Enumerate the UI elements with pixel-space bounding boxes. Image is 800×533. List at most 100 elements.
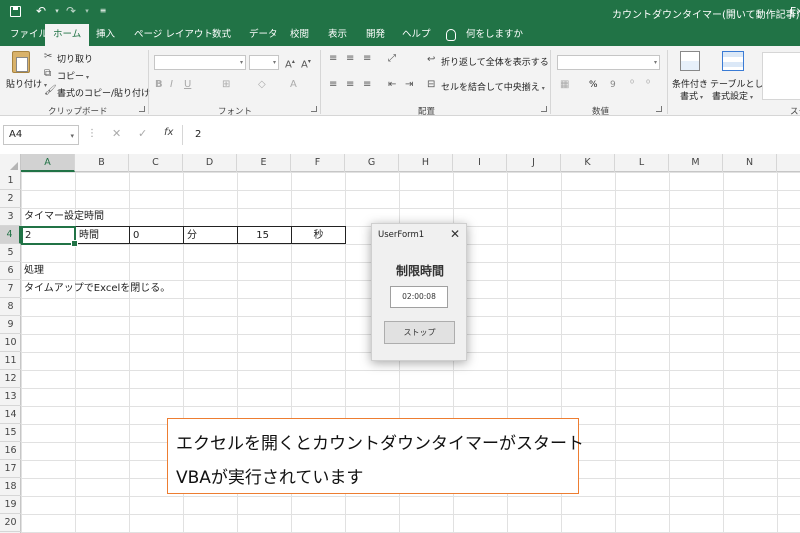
close-icon[interactable]: ✕ [450,227,460,241]
font-color-icon[interactable]: A [290,79,297,91]
cell-b4[interactable]: 時間 [75,226,130,244]
row-header[interactable]: 13 [0,388,21,406]
align-right-icon[interactable]: ≡ [363,79,371,91]
tab-home[interactable]: ホーム [45,24,90,46]
increase-indent-icon[interactable]: ⇥ [405,79,413,91]
tab-formulas[interactable]: 数式 [204,24,239,46]
borders-icon[interactable]: ⊞ [222,79,230,91]
conditional-formatting-button-line2[interactable]: 書式 ▾ [680,89,703,102]
tab-review[interactable]: 校閲 [282,24,317,46]
italic-icon[interactable]: I [170,79,173,91]
column-header[interactable]: H [399,154,453,172]
row-header[interactable]: 18 [0,478,21,496]
cell-e4[interactable]: 15 [237,226,292,244]
font-size-combo[interactable]: ▾ [249,55,279,70]
row-header[interactable]: 15 [0,424,21,442]
column-header[interactable]: B [75,154,129,172]
align-center-icon[interactable]: ≡ [346,79,354,91]
row-header[interactable]: 17 [0,460,21,478]
orientation-icon[interactable]: ⤢ [388,53,396,65]
row-header[interactable]: 19 [0,496,21,514]
save-icon[interactable] [10,6,21,17]
row-header[interactable]: 6 [0,262,21,280]
number-launcher-icon[interactable] [656,106,662,112]
cell-a6[interactable]: 処理 [21,262,44,280]
formula-bar-resize-handle[interactable]: ⋮ [87,128,97,139]
column-header[interactable]: L [615,154,669,172]
row-header[interactable]: 12 [0,370,21,388]
row-header[interactable]: 11 [0,352,21,370]
name-box[interactable]: A4 ▾ [3,125,79,145]
tab-developer[interactable]: 開発 [358,24,393,46]
row-header[interactable]: 2 [0,190,21,208]
tab-help[interactable]: ヘルプ [394,24,439,46]
column-header[interactable]: N [723,154,777,172]
font-name-combo[interactable]: ▾ [154,55,246,70]
enter-icon[interactable]: ✓ [138,127,147,140]
row-header[interactable]: 4 [0,226,21,244]
undo-dropdown-icon[interactable]: ▾ [50,4,64,18]
comma-style-button[interactable]: 9 [610,80,616,90]
align-bottom-icon[interactable]: ≡ [363,53,371,65]
column-header[interactable]: E [237,154,291,172]
decrease-decimal-icon[interactable]: ⁰ [646,79,650,91]
formula-input[interactable]: 2 [182,125,800,145]
underline-icon[interactable]: U [184,79,191,91]
column-header[interactable]: J [507,154,561,172]
increase-decimal-icon[interactable]: ⁰ [630,79,634,91]
percent-style-button[interactable]: % [589,80,598,90]
row-header[interactable]: 5 [0,244,21,262]
customize-qat-icon[interactable]: ≡ [96,4,110,18]
format-as-table-button-line2[interactable]: 書式設定 ▾ [712,89,753,102]
column-header[interactable]: C [129,154,183,172]
cell-d4[interactable]: 分 [183,226,238,244]
column-header[interactable]: G [345,154,399,172]
row-header[interactable]: 8 [0,298,21,316]
row-header[interactable]: 16 [0,442,21,460]
column-header[interactable]: I [453,154,507,172]
insert-function-icon[interactable]: fx [164,127,173,138]
redo-dropdown-icon[interactable]: ▾ [80,4,94,18]
decrease-indent-icon[interactable]: ⇤ [388,79,396,91]
increase-font-icon[interactable]: A▴ [285,56,295,71]
tell-me-search[interactable]: 何をしますか [458,24,531,46]
column-header[interactable]: M [669,154,723,172]
align-middle-icon[interactable]: ≡ [346,53,354,65]
row-header[interactable]: 14 [0,406,21,424]
column-header[interactable]: D [183,154,237,172]
cut-button[interactable]: 切り取り [57,52,93,65]
fill-color-icon[interactable]: ◇ [258,79,266,91]
row-header[interactable]: 9 [0,316,21,334]
merge-center-button[interactable]: セルを結合して中央揃え ▾ [441,80,545,93]
select-all-button[interactable] [0,154,21,172]
tab-insert[interactable]: 挿入 [88,24,123,46]
paste-button[interactable]: 貼り付け ▾ [6,77,47,90]
decrease-font-icon[interactable]: A▾ [301,56,311,71]
tab-data[interactable]: データ [241,24,286,46]
cancel-icon[interactable]: ✕ [112,127,121,140]
format-painter-button[interactable]: 書式のコピー/貼り付け [57,86,150,99]
stop-button[interactable]: ストップ [384,321,455,344]
font-launcher-icon[interactable] [311,106,317,112]
row-header[interactable]: 7 [0,280,21,298]
column-header[interactable]: F [291,154,345,172]
undo-icon[interactable]: ↶ [34,4,48,18]
paste-icon[interactable] [12,51,30,73]
wrap-text-button[interactable]: 折り返して全体を表示する [441,55,549,68]
redo-icon[interactable]: ↷ [64,4,78,18]
accounting-format-icon[interactable]: ▦ [560,79,569,91]
tab-view[interactable]: 表示 [320,24,355,46]
row-header[interactable]: 20 [0,514,21,532]
clipboard-launcher-icon[interactable] [139,106,145,112]
cell-a7[interactable]: タイムアップでExcelを閉じる。 [21,280,170,298]
column-header[interactable]: K [561,154,615,172]
cell-a3[interactable]: タイマー設定時間 [21,208,104,226]
row-header[interactable]: 3 [0,208,21,226]
cell-f4[interactable]: 秒 [291,226,346,244]
bold-icon[interactable]: B [155,79,163,91]
alignment-launcher-icon[interactable] [541,106,547,112]
align-left-icon[interactable]: ≡ [329,79,337,91]
row-header[interactable]: 1 [0,172,21,190]
cell-styles-gallery[interactable] [762,52,800,100]
number-format-combo[interactable]: ▾ [557,55,660,70]
